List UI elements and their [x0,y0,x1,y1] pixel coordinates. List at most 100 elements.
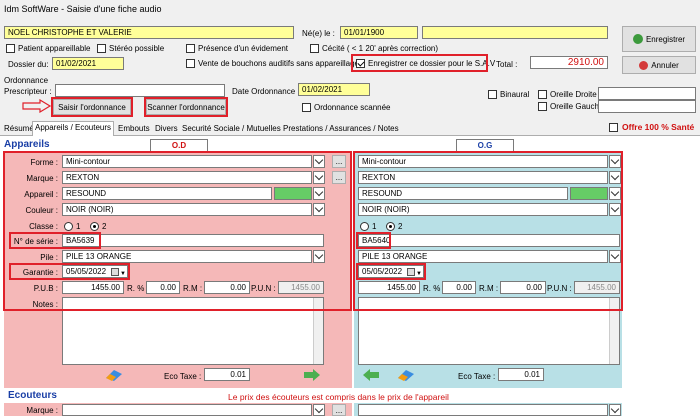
og-rm-field[interactable]: 0.00 [500,281,546,294]
od-pun-label: P.U.N : [251,284,276,293]
oreille-droite-field[interactable] [598,87,696,100]
og-notes-field[interactable] [358,297,620,365]
tab-appareils[interactable]: Appareils / Ecouteurs [32,121,115,136]
od-forme-field[interactable]: Mini-contour [62,155,312,168]
og-rm-label: R.M : [479,284,499,293]
od-appareil-field[interactable]: RESOUND [62,187,272,200]
stereo-checkbox[interactable] [97,44,106,53]
oreille-droite-checkbox[interactable] [538,90,547,99]
arrow-right-green-icon[interactable] [303,368,321,382]
od-notes-label: Notes : [32,300,58,309]
od-rm-field[interactable]: 0.00 [204,281,250,294]
od-header: O.D [150,139,208,152]
od-notes-scrollbar[interactable] [313,298,323,364]
patient-appareillable-checkbox[interactable] [6,44,15,53]
og-serie-field[interactable]: BA5640 [358,234,620,247]
og-header: O.G [456,139,514,152]
od-classe2-label: 2 [102,222,107,231]
oreille-droite-label: Oreille Droite [550,90,597,99]
birth-date-field[interactable]: 01/01/1900 [340,26,418,39]
od-forme-dropdown[interactable] [313,155,325,168]
od-pub-field[interactable]: 1455.00 [62,281,124,294]
od-garantie-field[interactable]: 05/05/2022 ▼ [62,265,128,278]
oreille-gauche-checkbox[interactable] [538,102,547,111]
ecouteurs-og-dropdown[interactable] [609,404,621,416]
og-forme-dropdown[interactable] [609,155,621,168]
od-pile-field[interactable]: PILE 13 ORANGE [62,250,312,263]
og-classe1-radio[interactable] [360,222,369,231]
ecouteurs-od-ellipsis-button[interactable]: ... [332,404,346,416]
od-notes-field[interactable] [62,297,324,365]
tab-prestations[interactable]: Prestations / Assurances / Notes [281,123,401,136]
og-couleur-field[interactable]: NOIR (NOIR) [358,203,608,216]
og-appareil-field[interactable]: RESOUND [358,187,568,200]
ecouteurs-od-dropdown[interactable] [313,404,325,416]
cecite-label: Cécité ( < 1 20' après correction) [322,44,439,53]
og-couleur-dropdown[interactable] [609,203,621,216]
dossier-date-field[interactable]: 01/02/2021 [52,57,124,70]
ordonnance-label: Ordonnance [4,76,49,85]
og-garantie-field[interactable]: 05/05/2022 ▼ [358,265,424,278]
od-forme-ellipsis-button[interactable]: ... [332,155,346,168]
date-ordonnance-field[interactable]: 01/02/2021 [298,83,370,96]
og-forme-field[interactable]: Mini-contour [358,155,608,168]
ord-scannee-checkbox[interactable] [302,103,311,112]
offre-checkbox[interactable] [609,123,618,132]
og-classe2-radio[interactable] [386,222,395,231]
cecite-checkbox[interactable] [310,44,319,53]
od-pile-dropdown[interactable] [313,250,325,263]
od-marque-dropdown[interactable] [313,171,325,184]
og-appareil-dropdown[interactable] [609,187,621,200]
total-label: Total : [496,60,518,69]
og-pile-field[interactable]: PILE 13 ORANGE [358,250,608,263]
evidement-checkbox[interactable] [186,44,195,53]
sav-checkbox[interactable] [356,59,365,68]
scanner-ordonnance-button[interactable]: Scanner l'ordonnance [146,99,226,115]
od-couleur-field[interactable]: NOIR (NOIR) [62,203,312,216]
og-pub-field[interactable]: 1455.00 [358,281,420,294]
eraser-icon[interactable] [104,368,124,382]
og-r-field[interactable]: 0.00 [442,281,476,294]
og-marque-field[interactable]: REXTON [358,171,608,184]
od-pun-field: 1455.00 [278,281,324,294]
total-field[interactable]: 2910.00 [530,56,608,69]
patient-extra-field[interactable] [422,26,608,39]
oreille-gauche-label: Oreille Gauche [550,102,604,111]
evidement-label: Présence d'un évidement [198,44,289,53]
tab-securite-sociale[interactable]: Securité Sociale / Mutuelles [180,123,283,136]
od-marque-field[interactable]: REXTON [62,171,312,184]
og-notes-scrollbar[interactable] [609,298,619,364]
annuler-button[interactable]: Annuler [622,56,696,74]
saisir-ordonnance-button[interactable]: Saisir l'ordonnance [53,99,131,115]
tab-resume[interactable]: Résumé [2,123,36,136]
og-eco-field[interactable]: 0.01 [498,368,544,381]
tab-embouts[interactable]: Embouts [116,123,152,136]
stereo-label: Stéréo possible [109,44,165,53]
eraser-icon[interactable] [396,368,416,382]
prescripteur-field[interactable] [55,84,225,97]
oreille-gauche-field[interactable] [598,100,696,113]
tab-divers[interactable]: Divers [153,123,180,136]
ecouteurs-od-marque-field[interactable] [62,404,312,416]
patient-appareillable-label: Patient appareillable [18,44,91,53]
enregistrer-button[interactable]: Enregistrer [622,26,696,52]
enregistrer-label: Enregistrer [645,34,686,44]
od-classe2-radio[interactable] [90,222,99,231]
arrow-left-green-icon[interactable] [362,368,380,382]
od-color-swatch [274,187,312,200]
ecouteurs-og-marque-field[interactable] [358,404,608,416]
od-classe1-radio[interactable] [64,222,73,231]
od-appareil-dropdown[interactable] [313,187,325,200]
binaural-checkbox[interactable] [488,90,497,99]
patient-name-field[interactable]: NOEL CHRISTOPHE ET VALERIE [4,26,294,39]
og-pile-dropdown[interactable] [609,250,621,263]
sav-label: Enregistrer ce dossier pour le S.A.V [368,59,496,68]
od-eco-field[interactable]: 0.01 [204,368,250,381]
od-couleur-dropdown[interactable] [313,203,325,216]
od-r-field[interactable]: 0.00 [146,281,180,294]
ecouteurs-note: Le prix des écouteurs est compris dans l… [228,392,449,402]
bouchons-checkbox[interactable] [186,59,195,68]
od-marque-ellipsis-button[interactable]: ... [332,171,346,184]
od-serie-field[interactable]: BA5639 [62,234,324,247]
og-marque-dropdown[interactable] [609,171,621,184]
